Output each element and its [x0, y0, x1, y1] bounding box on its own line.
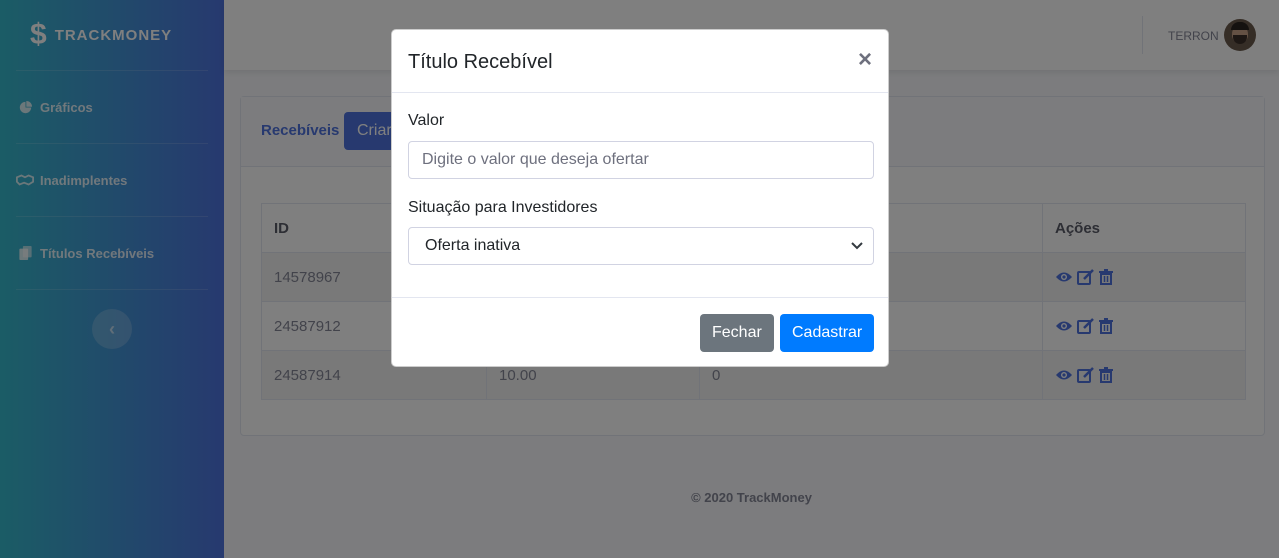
fechar-button[interactable]: Fechar — [700, 314, 774, 352]
situacao-label: Situação para Investidores — [408, 199, 598, 216]
situacao-selected-value: Oferta inativa — [425, 237, 521, 254]
valor-input[interactable] — [408, 141, 874, 179]
titulo-recebivel-modal: Título Recebível × Valor Situação para I… — [391, 29, 889, 367]
chevron-down-icon — [851, 237, 863, 255]
valor-label: Valor — [408, 112, 445, 129]
situacao-select[interactable]: Oferta inativa — [408, 227, 874, 265]
modal-body: Valor Situação para Investidores Oferta … — [392, 93, 888, 298]
close-icon[interactable]: × — [858, 48, 872, 72]
cadastrar-button[interactable]: Cadastrar — [780, 314, 875, 352]
modal-title: Título Recebível — [408, 51, 553, 73]
modal-header: Título Recebível × — [392, 30, 888, 93]
modal-footer: Fechar Cadastrar — [392, 298, 888, 366]
